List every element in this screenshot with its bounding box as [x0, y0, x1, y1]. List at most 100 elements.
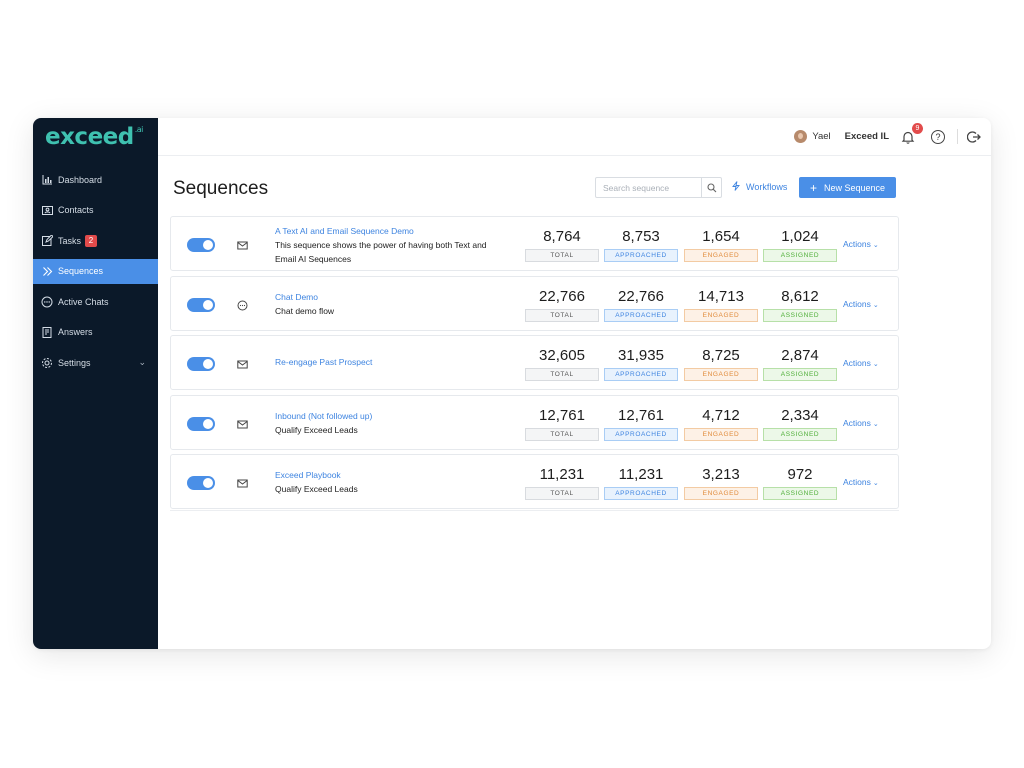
app-window: exceed.ai Dashboard Contacts Tasks 2 Seq… — [33, 118, 991, 649]
stat-total: 32,605 TOTAL — [525, 347, 599, 381]
logout-icon[interactable] — [966, 130, 981, 144]
stat-approached: 12,761 APPROACHED — [604, 407, 678, 441]
search-icon[interactable] — [701, 178, 721, 197]
stat-label: ASSIGNED — [763, 249, 837, 262]
actions-label: Actions — [843, 477, 871, 487]
chat-bubble-icon — [41, 296, 53, 308]
search-input[interactable] — [596, 178, 701, 197]
divider — [957, 129, 958, 144]
stat-label: ENGAGED — [684, 487, 758, 500]
stat-label: TOTAL — [525, 427, 599, 441]
stat-assigned: 2,334 ASSIGNED — [763, 407, 837, 441]
gear-icon — [41, 357, 53, 369]
sequence-description: This sequence shows the power of having … — [275, 240, 487, 250]
logo[interactable]: exceed.ai — [45, 124, 143, 150]
stat-label: TOTAL — [525, 249, 599, 262]
stat-label: ENGAGED — [684, 249, 758, 262]
org-name[interactable]: Exceed IL — [845, 131, 889, 142]
stat-total: 12,761 TOTAL — [525, 407, 599, 441]
sequence-toggle[interactable] — [187, 476, 215, 490]
sidebar-item-tasks[interactable]: Tasks 2 — [33, 228, 158, 253]
sidebar-nav: Dashboard Contacts Tasks 2 Sequences Act… — [33, 167, 158, 381]
sequence-info: Exceed Playbook Qualify Exceed Leads — [275, 469, 515, 496]
stat-total: 22,766 TOTAL — [525, 288, 599, 322]
new-sequence-button[interactable]: + New Sequence — [799, 177, 896, 198]
sequence-toggle[interactable] — [187, 297, 215, 312]
sidebar-item-contacts[interactable]: Contacts — [33, 198, 158, 223]
sidebar-item-label: Sequences — [58, 266, 104, 276]
stat-value: 1,654 — [702, 228, 740, 245]
stat-assigned: 1,024 ASSIGNED — [763, 228, 837, 262]
sidebar-item-dashboard[interactable]: Dashboard — [33, 167, 158, 192]
sidebar-item-answers[interactable]: Answers — [33, 320, 158, 345]
plus-icon: + — [809, 180, 817, 195]
chevron-down-icon[interactable]: ⌄ — [138, 357, 146, 368]
stat-value: 12,761 — [618, 406, 664, 424]
chevron-down-icon: ⌄ — [872, 420, 879, 428]
help-icon[interactable]: ? — [931, 129, 945, 144]
chevron-down-icon: ⌄ — [872, 480, 879, 487]
sequence-name-link[interactable]: Chat Demo — [275, 291, 515, 304]
sequence-toggle[interactable] — [187, 238, 215, 252]
sidebar-item-settings[interactable]: Settings ⌄ — [33, 350, 158, 375]
new-sequence-label: New Sequence — [823, 182, 886, 193]
email-icon — [237, 476, 248, 488]
sequence-name-link[interactable]: Exceed Playbook — [275, 469, 515, 482]
actions-dropdown[interactable]: Actions ⌄ — [843, 418, 879, 428]
sidebar-item-label: Contacts — [58, 205, 94, 215]
stat-engaged: 4,712 ENGAGED — [684, 407, 758, 441]
stat-value: 22,766 — [539, 287, 585, 305]
stat-label: ASSIGNED — [763, 427, 837, 441]
stat-label: APPROACHED — [604, 368, 678, 381]
actions-dropdown[interactable]: Actions ⌄ — [843, 299, 879, 309]
stat-value: 2,334 — [781, 406, 819, 424]
double-chevron-icon — [41, 265, 53, 277]
avatar[interactable] — [794, 130, 808, 143]
actions-label: Actions — [843, 298, 871, 309]
stat-value: 2,874 — [781, 347, 819, 364]
sequence-info: Chat Demo Chat demo flow — [275, 291, 515, 318]
bell-icon[interactable]: 9 — [901, 122, 923, 144]
sequence-toggle[interactable] — [187, 416, 215, 431]
sequence-list: A Text AI and Email Sequence Demo This s… — [170, 216, 899, 511]
stat-label: ASSIGNED — [763, 368, 837, 381]
stat-value: 3,213 — [702, 466, 740, 483]
contact-card-icon — [41, 204, 53, 216]
search-box — [595, 177, 722, 198]
stat-label: APPROACHED — [604, 249, 678, 262]
stat-label: ENGAGED — [684, 427, 758, 441]
actions-dropdown[interactable]: Actions ⌄ — [843, 239, 879, 249]
sequence-row: Re-engage Past Prospect 32,605 TOTAL 31,9… — [170, 335, 899, 390]
stat-label: ENGAGED — [684, 308, 758, 322]
stat-value: 12,761 — [539, 406, 585, 424]
sidebar-item-label: Settings — [58, 357, 91, 368]
user-name[interactable]: Yael — [812, 131, 830, 142]
stat-engaged: 3,213 ENGAGED — [684, 466, 758, 500]
stat-label: TOTAL — [525, 368, 599, 381]
sequence-name-link[interactable]: A Text AI and Email Sequence Demo — [275, 225, 515, 238]
stat-engaged: 14,713 ENGAGED — [684, 288, 758, 322]
actions-dropdown[interactable]: Actions ⌄ — [843, 477, 879, 487]
stat-label: APPROACHED — [604, 487, 678, 500]
sequence-row: Chat Demo Chat demo flow 22,766 TOTAL 22,… — [170, 275, 899, 331]
sequence-description: Qualify Exceed Leads — [275, 484, 358, 494]
sidebar-item-active-chats[interactable]: Active Chats — [33, 289, 158, 314]
workflows-link[interactable]: Workflows — [732, 181, 787, 193]
stat-label: APPROACHED — [604, 427, 678, 441]
sequence-name-link[interactable]: Re-engage Past Prospect — [275, 356, 515, 369]
sequence-row: A Text AI and Email Sequence Demo This s… — [170, 216, 899, 271]
stat-assigned: 2,874 ASSIGNED — [763, 347, 837, 381]
notification-count-badge: 9 — [912, 122, 923, 134]
sidebar-item-sequences[interactable]: Sequences — [33, 258, 158, 284]
sidebar-item-label: Answers — [58, 327, 93, 337]
sequence-toggle[interactable] — [187, 357, 215, 371]
stat-engaged: 8,725 ENGAGED — [684, 347, 758, 381]
sequence-name-link[interactable]: Inbound (Not followed up) — [275, 410, 515, 423]
actions-dropdown[interactable]: Actions ⌄ — [843, 358, 879, 368]
top-bar: Yael Exceed IL 9 ? — [158, 118, 991, 156]
edit-icon — [41, 235, 53, 247]
sequence-row: Inbound (Not followed up) Qualify Exceed… — [170, 394, 899, 450]
chevron-down-icon: ⌄ — [872, 361, 879, 368]
stat-label: ASSIGNED — [763, 487, 837, 500]
chat-icon — [237, 298, 248, 310]
